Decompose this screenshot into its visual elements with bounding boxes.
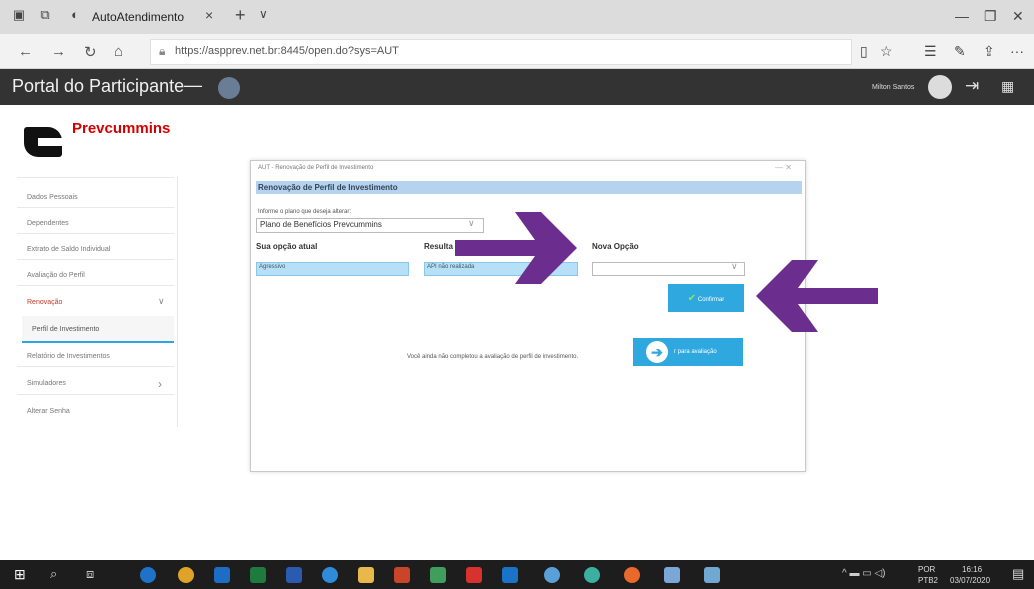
notifications-icon[interactable]: ▤ <box>1012 566 1024 582</box>
tab-back-icon[interactable]: ⧉ <box>38 8 52 22</box>
chevron-down-icon[interactable]: ∨ <box>731 261 738 272</box>
user-avatar[interactable] <box>928 75 952 99</box>
sidebar-item-renovacao[interactable]: Renovação <box>27 299 62 306</box>
close-window-icon[interactable]: ✕ <box>1012 8 1024 25</box>
arrow-right-annotation-icon <box>455 212 577 284</box>
file-explorer-icon[interactable] <box>358 567 374 583</box>
tab-list-chevron-icon[interactable]: ∨ <box>259 7 268 21</box>
skype-icon[interactable] <box>322 567 338 583</box>
sidebar-divider <box>17 259 174 260</box>
task-view-icon[interactable]: ⧈ <box>86 566 94 582</box>
powerpoint-icon[interactable] <box>394 567 410 583</box>
reading-view-icon[interactable]: ▯ <box>860 43 868 60</box>
lock-icon: 🔒︎ <box>159 44 166 58</box>
favorites-list-icon[interactable]: ☰ <box>924 43 937 60</box>
check-icon: ✔ <box>687 292 697 304</box>
clock-date[interactable]: 03/07/2020 <box>950 576 990 585</box>
new-tab-icon[interactable]: + <box>235 5 246 26</box>
plan-label: Informe o plano que deseja alterar: <box>258 209 352 215</box>
keyboard-layout-indicator[interactable]: PTB2 <box>918 576 938 585</box>
sidebar-item-relatorio[interactable]: Relatório de Investimentos <box>27 353 110 360</box>
app-icon[interactable] <box>430 567 446 583</box>
share-icon[interactable]: ⇪ <box>983 43 995 60</box>
sidebar-item-simuladores[interactable]: Simuladores <box>27 380 66 387</box>
chrome-icon[interactable] <box>178 567 194 583</box>
dialog-title: AUT - Renovação de Perfil de Investiment… <box>258 165 374 171</box>
new-option-heading: Nova Opção <box>592 242 639 251</box>
sidebar-divider <box>17 285 174 286</box>
result-heading: Resulta <box>424 242 453 251</box>
sidebar-active-indicator <box>22 341 174 343</box>
logo-text: Prevcummins <box>72 120 171 137</box>
pdf-icon[interactable] <box>466 567 482 583</box>
arrow-left-annotation-icon <box>756 260 878 332</box>
confirm-label: Confirmar <box>697 296 725 303</box>
site-favicon-icon: ◐ <box>71 7 79 22</box>
new-option-select[interactable] <box>592 262 745 276</box>
menu-toggle-icon[interactable]: — <box>184 75 202 96</box>
sidebar-divider <box>17 177 174 178</box>
firefox-icon[interactable] <box>624 567 640 583</box>
outlook-icon[interactable] <box>214 567 230 583</box>
tab-preview-icon[interactable]: ▣ <box>12 8 26 22</box>
app-icon[interactable] <box>704 567 720 583</box>
back-icon[interactable]: ← <box>18 43 33 60</box>
sidebar-item-extrato[interactable]: Extrato de Saldo Individual <box>27 246 110 253</box>
go-to-evaluation-label[interactable]: r para avaliação <box>674 349 717 355</box>
plan-select-value[interactable]: Plano de Benefícios Prevcummins <box>260 220 382 229</box>
dialog-heading: Renovação de Perfil de Investimento <box>258 183 398 192</box>
arrow-right-icon[interactable]: ➔ <box>646 341 668 363</box>
tab-title[interactable]: AutoAtendimento <box>92 10 184 24</box>
sidebar-item-alterar-senha[interactable]: Alterar Senha <box>27 408 70 415</box>
search-icon[interactable]: ⌕ <box>50 566 57 582</box>
chevron-right-icon[interactable]: › <box>158 377 162 391</box>
minimize-icon[interactable]: — <box>955 8 969 24</box>
pen-icon[interactable]: ✎ <box>954 43 966 60</box>
sidebar-item-avaliacao[interactable]: Avaliação do Perfil <box>27 272 85 279</box>
more-icon[interactable]: ··· <box>1010 43 1024 59</box>
cummins-logo-cut <box>38 138 62 146</box>
refresh-icon[interactable]: ↻ <box>84 43 97 61</box>
excel-icon[interactable] <box>250 567 266 583</box>
sidebar-divider <box>17 394 174 395</box>
favorite-star-icon[interactable]: ☆ <box>880 43 893 60</box>
sidebar-item-dependentes[interactable]: Dependentes <box>27 220 69 227</box>
language-indicator[interactable]: POR <box>918 565 935 574</box>
current-option-heading: Sua opção atual <box>256 242 318 251</box>
forward-icon[interactable]: → <box>51 43 66 60</box>
app-icon[interactable] <box>664 567 680 583</box>
clock-time[interactable]: 16:16 <box>962 565 982 574</box>
sidebar-divider <box>17 233 174 234</box>
avatar[interactable] <box>218 77 240 99</box>
box-icon[interactable] <box>502 567 518 583</box>
tab-close-icon[interactable]: × <box>205 7 213 23</box>
confirm-button[interactable]: ✔ Confirmar <box>668 284 744 312</box>
sidebar-item-perfil-investimento[interactable]: Perfil de Investimento <box>32 326 99 333</box>
user-name[interactable]: Milton Santos <box>872 84 914 91</box>
word-icon[interactable] <box>286 567 302 583</box>
url-text[interactable]: https://aspprev.net.br:8445/open.do?sys=… <box>175 45 399 57</box>
sidebar-divider <box>17 207 174 208</box>
logout-icon[interactable]: ⇥ <box>965 76 979 96</box>
app-icon[interactable] <box>584 567 600 583</box>
home-icon[interactable]: ⌂ <box>114 43 123 60</box>
apps-grid-icon[interactable]: ▦ <box>1001 78 1014 95</box>
sidebar-item-dados-pessoais[interactable]: Dados Pessoais <box>27 194 78 201</box>
windows-start-icon[interactable]: ⊞ <box>14 566 26 583</box>
renovacao-dialog <box>250 160 806 472</box>
portal-title: Portal do Participante <box>12 76 185 96</box>
chevron-down-icon[interactable]: ∨ <box>158 296 165 307</box>
incomplete-message: Você ainda não completou a avaliação de … <box>407 354 579 360</box>
app-icon[interactable] <box>544 567 560 583</box>
current-option-value: Agressivo <box>259 264 286 270</box>
edge-icon[interactable] <box>140 567 156 583</box>
dialog-window-controls[interactable]: — ✕ <box>775 163 792 172</box>
sidebar-divider <box>17 366 174 367</box>
system-tray-icons[interactable]: ^ ▬ ▭ ◁) <box>842 568 886 579</box>
restore-icon[interactable]: ❐ <box>984 8 997 25</box>
